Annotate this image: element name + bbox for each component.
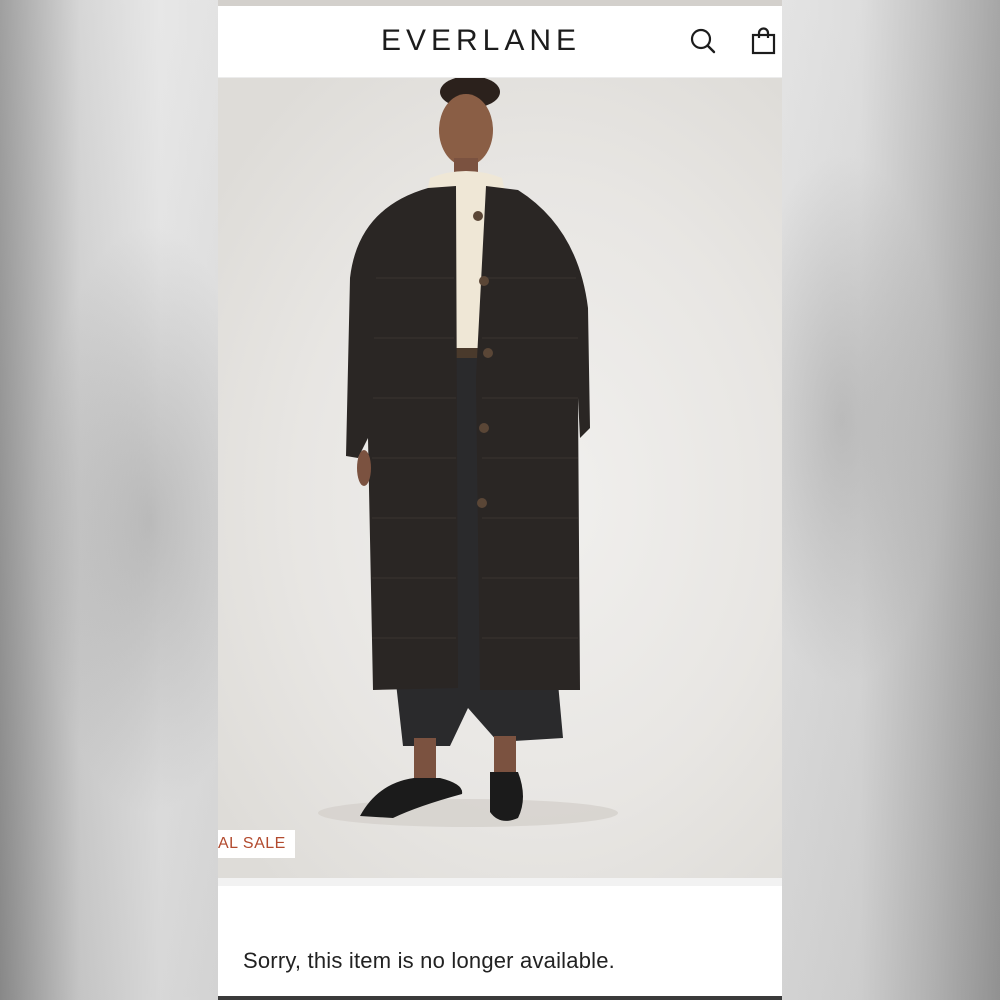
bottom-edge: [218, 996, 782, 1000]
cart-button[interactable]: [749, 26, 779, 56]
background-blur-right: [782, 0, 1000, 1000]
section-divider: [218, 878, 782, 886]
site-header: EVERLANE: [218, 6, 782, 78]
product-image[interactable]: AL SALE: [218, 78, 782, 878]
unavailable-message: Sorry, this item is no longer available.: [243, 948, 615, 973]
brand-logo[interactable]: EVERLANE: [218, 24, 682, 58]
shopping-bag-icon: [751, 27, 776, 55]
search-button[interactable]: [688, 26, 718, 56]
product-photo: [318, 78, 618, 827]
mobile-screen: EVERLANE AL SALE Sorry, this item is no …: [218, 0, 782, 1000]
sale-badge: AL SALE: [218, 830, 295, 858]
search-icon: [690, 28, 716, 54]
background-blur-left: [0, 0, 218, 1000]
